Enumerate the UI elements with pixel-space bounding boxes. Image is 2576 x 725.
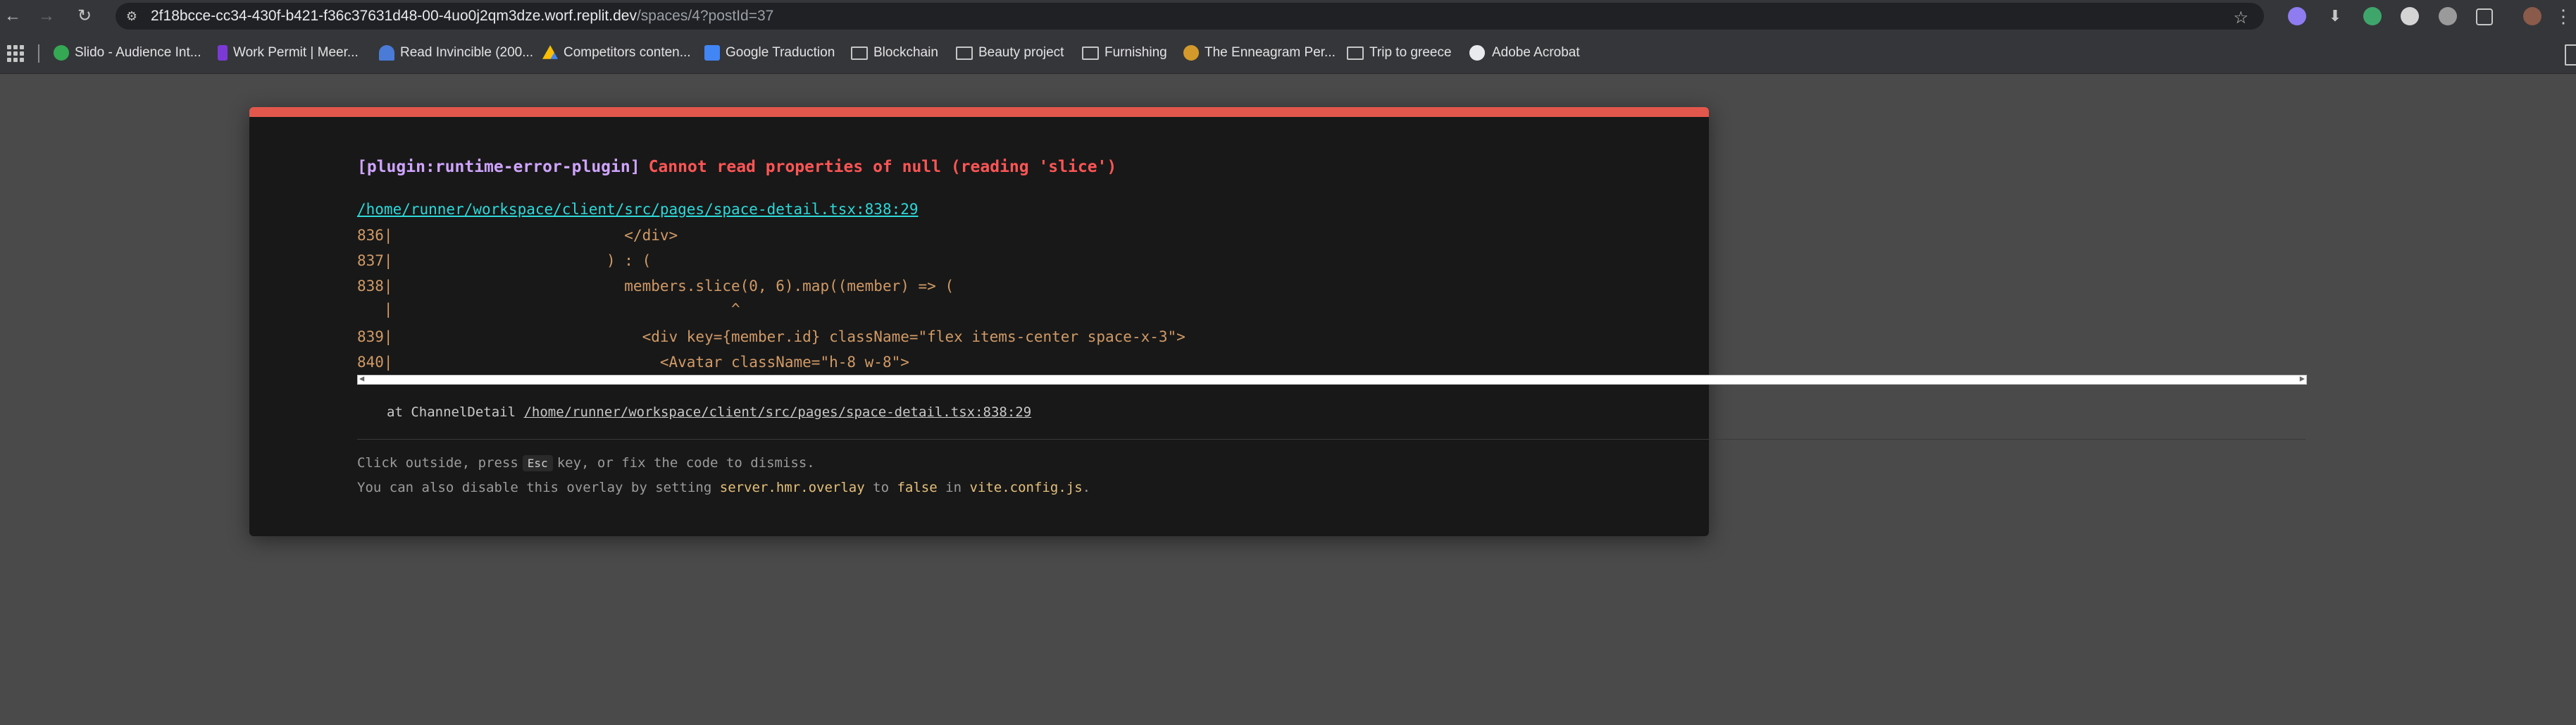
bookmarks-bar: Slido - Audience Int... Work Permit | Me… [0,33,2576,74]
scroll-right-icon[interactable]: ▶ [2300,373,2305,383]
google-drive-icon [542,45,558,59]
bookmark-label: Google Traduction [726,45,835,60]
overlay-divider [357,439,2306,440]
code-line: 837| ) : ( [357,252,652,269]
tip-text: You can also disable this overlay by set… [357,480,712,495]
apps-grid-icon[interactable] [7,45,24,62]
bookmark-item[interactable]: Adobe Acrobat [1468,42,1580,63]
config-value: false [897,480,938,495]
bookmark-item[interactable]: Read Invincible (200... [379,42,533,63]
bookmarks-divider [38,44,39,63]
site-info-icon[interactable]: ⚙ [124,9,139,23]
code-line: 836| </div> [357,227,678,244]
bookmark-label: Furnishing [1105,45,1167,60]
work-permit-icon [218,45,228,61]
google-translate-icon [704,45,720,61]
bookmark-label: Blockchain [873,45,938,60]
bookmark-label: Read Invincible (200... [400,45,534,60]
globe-icon [1468,44,1486,62]
enneagram-icon [1183,45,1199,61]
extension-icon[interactable] [2439,7,2457,25]
esc-key-badge: Esc [522,455,553,471]
bookmark-folder[interactable]: Trip to greece [1347,42,1452,63]
bookmark-folder[interactable]: Furnishing [1082,42,1167,63]
error-file-link[interactable]: /home/runner/workspace/client/src/pages/… [357,201,919,218]
bookmark-folder[interactable]: Blockchain [851,42,938,63]
url-host: 2f18bcce-cc34-430f-b421-f36c37631d48-00-… [151,8,637,24]
download-icon[interactable]: ⬇ [2326,7,2344,25]
folder-icon [1082,46,1099,60]
error-text: Cannot read properties of null (reading … [648,158,1117,176]
profile-avatar[interactable] [2523,7,2541,25]
scroll-left-icon[interactable]: ◀ [359,373,364,383]
bookmark-label: Adobe Acrobat [1492,45,1580,60]
extension-icon[interactable] [2363,7,2382,25]
back-icon[interactable]: ← [3,6,23,26]
extension-icon[interactable] [2401,7,2419,25]
reading-list-icon[interactable] [2565,44,2576,66]
bookmark-star-icon[interactable]: ☆ [2233,8,2248,28]
address-bar[interactable]: ⚙ 2f18bcce-cc34-430f-b421-f36c37631d48-0… [116,3,2264,30]
tip-text: to [873,480,890,495]
extensions-puzzle-icon[interactable] [2476,8,2493,25]
bookmark-item[interactable]: Competitors conten... [542,42,691,63]
bookmark-label: Slido - Audience Int... [75,45,201,60]
stack-location-link[interactable]: /home/runner/workspace/client/src/pages/… [523,404,1031,420]
config-setting: server.hmr.overlay [719,480,865,495]
bookmark-label: Competitors conten... [564,45,691,60]
url-path: /spaces/4?postId=37 [636,8,774,24]
disable-overlay-tip: You can also disable this overlay by set… [357,480,1090,495]
bookmark-label: Trip to greece [1369,45,1452,60]
config-file: vite.config.js [969,480,1083,495]
code-line: 839| <div key={member.id} className="fle… [357,328,1186,345]
bookmark-folder[interactable]: Beauty project [956,42,1064,63]
folder-icon [1347,46,1364,60]
error-overlay[interactable]: [plugin:runtime-error-plugin] Cannot read… [249,107,2307,536]
bookmark-item[interactable]: The Enneagram Per... [1183,42,1336,63]
tip-text: key, or fix the code to dismiss. [556,455,815,471]
code-line: 840| <Avatar className="h-8 w-8"> [357,354,909,371]
bookmark-label: Work Permit | Meer... [233,45,359,60]
browser-toolbar: ← → ↻ ⚙ 2f18bcce-cc34-430f-b421-f36c3763… [0,0,2576,33]
reload-icon[interactable]: ↻ [75,6,94,26]
tip-text: . [1082,480,1091,495]
error-message: [plugin:runtime-error-plugin] Cannot read… [357,158,1116,176]
plugin-name: [plugin:runtime-error-plugin] [357,158,640,176]
menu-icon[interactable]: ⋮ [2553,6,2573,26]
code-line-caret: | ^ [357,301,740,318]
bookmark-item[interactable]: Slido - Audience Int... [54,42,201,63]
folder-icon [851,46,868,60]
tip-text: in [945,480,962,495]
dismiss-tip: Click outside, press Esc key, or fix the c… [357,455,815,471]
bookmark-label: Beauty project [978,45,1064,60]
bookmark-label: The Enneagram Per... [1205,45,1336,60]
url-text[interactable]: 2f18bcce-cc34-430f-b421-f36c37631d48-00-… [151,3,773,30]
folder-icon [956,46,973,60]
extension-icon[interactable] [2288,7,2306,25]
bookmark-item[interactable]: Google Traduction [704,42,835,63]
stack-function: at ChannelDetail [387,404,516,420]
code-line: 838| members.slice(0, 6).map((member) =>… [357,278,954,295]
bookmark-item[interactable]: Work Permit | Meer... [218,42,359,63]
invincible-icon [379,45,394,61]
tip-text: Click outside, press [357,455,518,471]
forward-icon[interactable]: → [37,6,56,26]
slido-icon [54,45,69,61]
code-frame-scrollbar[interactable]: ◀ ▶ [357,373,2307,385]
stack-trace: at ChannelDetail /home/runner/workspace/… [387,404,1031,420]
